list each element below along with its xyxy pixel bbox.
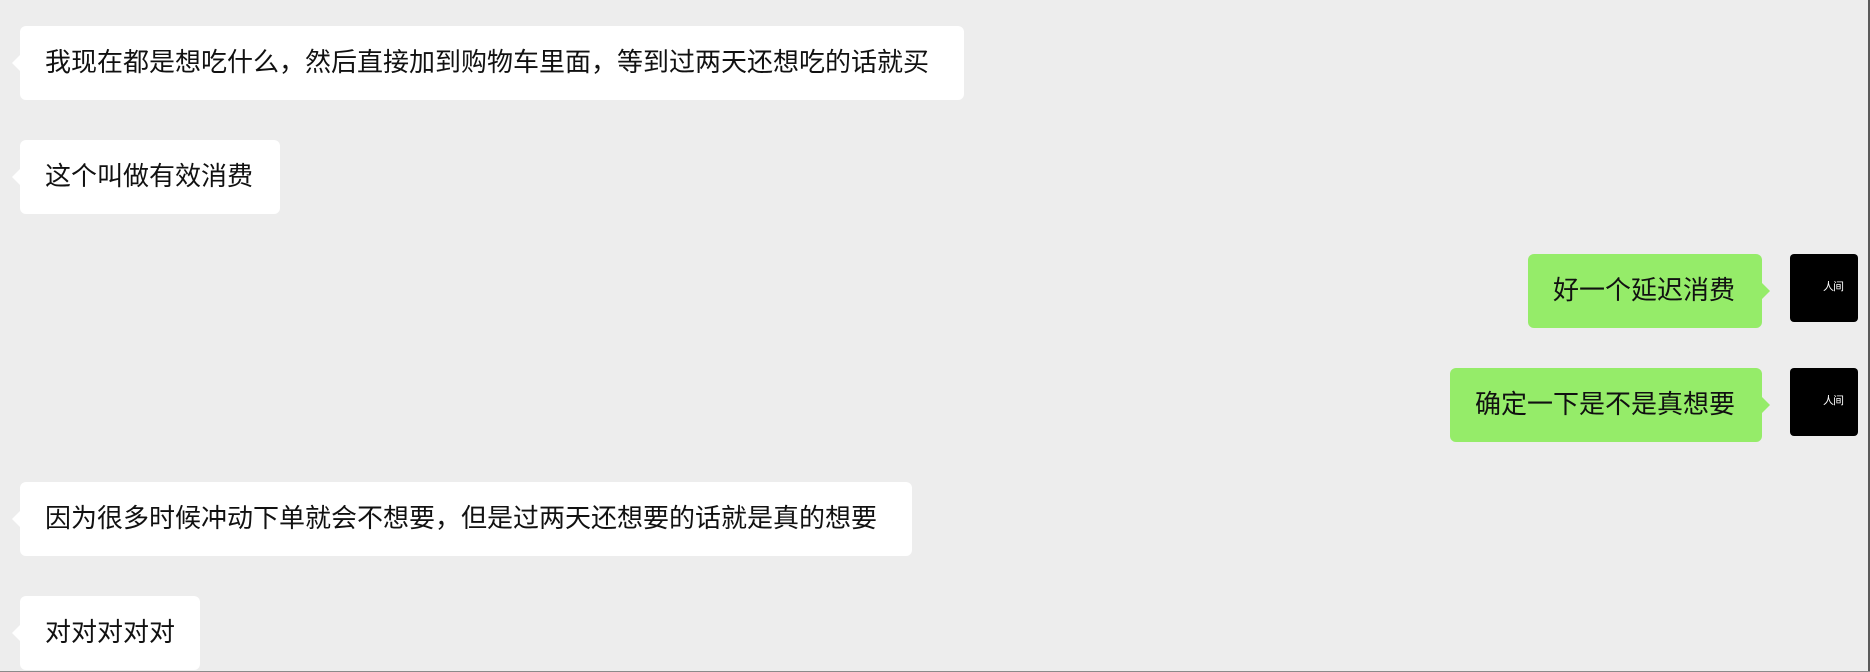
- message-bubble[interactable]: 这个叫做有效消费: [12, 140, 280, 214]
- message-bubble[interactable]: 我现在都是想吃什么，然后直接加到购物车里面，等到过两天还想吃的话就买: [12, 26, 964, 100]
- user-avatar[interactable]: 人间: [1790, 254, 1858, 322]
- message-bubble[interactable]: 好一个延迟消费: [1528, 254, 1770, 328]
- message-text: 对对对对对: [45, 618, 176, 648]
- user-avatar[interactable]: 人间: [1790, 368, 1858, 436]
- message-bubble[interactable]: 对对对对对: [12, 596, 200, 670]
- avatar-label: 人间: [1823, 394, 1844, 407]
- message-text: 确定一下是不是真想要: [1475, 390, 1736, 420]
- avatar-label: 人间: [1823, 280, 1844, 293]
- message-text: 好一个延迟消费: [1553, 276, 1736, 306]
- message-text: 这个叫做有效消费: [45, 162, 254, 192]
- chat-message-list[interactable]: 我现在都是想吃什么，然后直接加到购物车里面，等到过两天还想吃的话就买 这个叫做有…: [0, 0, 1870, 672]
- message-text: 我现在都是想吃什么，然后直接加到购物车里面，等到过两天还想吃的话就买: [45, 48, 930, 78]
- message-text: 因为很多时候冲动下单就会不想要，但是过两天还想要的话就是真的想要: [45, 504, 878, 534]
- message-bubble[interactable]: 确定一下是不是真想要: [1450, 368, 1770, 442]
- message-bubble[interactable]: 因为很多时候冲动下单就会不想要，但是过两天还想要的话就是真的想要: [12, 482, 912, 556]
